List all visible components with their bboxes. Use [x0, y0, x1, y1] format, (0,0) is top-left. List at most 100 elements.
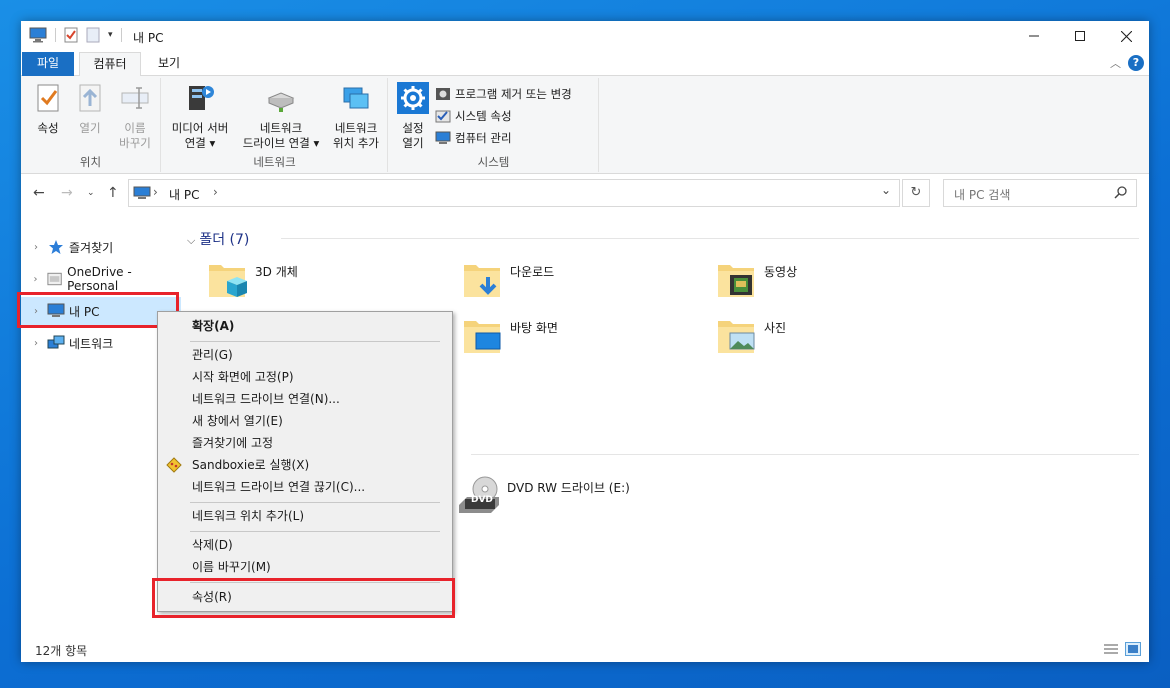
details-view-button[interactable] [1103, 642, 1119, 656]
large-icons-view-icon [1128, 645, 1138, 653]
refresh-button[interactable]: ↻ [902, 179, 930, 207]
breadcrumb-separator-icon[interactable]: › [153, 185, 158, 199]
breadcrumb[interactable]: 내 PC [169, 186, 199, 203]
search-icon [1114, 186, 1127, 199]
ribbon-group-system: 설정 열기 프로그램 제거 또는 변경 시스템 속성 컴퓨터 관리 시스템 [389, 78, 599, 172]
folders-section-header[interactable]: ⌵ 폴더 (7) [187, 229, 249, 249]
menu-item-pin-to-start[interactable]: 시작 화면에 고정(P) [158, 366, 452, 388]
group-label-network: 네트워크 [253, 155, 296, 169]
maximize-icon [1075, 31, 1085, 41]
address-dropdown-icon[interactable]: ⌄ [881, 183, 891, 197]
close-icon [1120, 30, 1132, 42]
folder-name: 사진 [764, 321, 787, 335]
collapse-ribbon-icon[interactable]: ︿ [1110, 55, 1121, 71]
group-label-location: 위치 [79, 155, 102, 169]
add-network-location-button[interactable]: 네트워크 위치 추가 [328, 82, 384, 151]
uninstall-label: 프로그램 제거 또는 변경 [455, 87, 572, 101]
minimize-icon [1029, 35, 1039, 37]
system-properties-button[interactable]: 시스템 속성 [435, 106, 512, 126]
folder-name: 다운로드 [510, 265, 555, 279]
menu-item-map-network-drive[interactable]: 네트워크 드라이브 연결(N)... [158, 388, 452, 410]
menu-item-rename[interactable]: 이름 바꾸기(M) [158, 556, 452, 578]
details-view-icon [1104, 644, 1118, 654]
settings-gear-icon [397, 82, 429, 114]
media-server-label-2: 연결 ▾ [184, 136, 216, 150]
menu-item-disconnect-network-drive[interactable]: 네트워크 드라이브 연결 끊기(C)... [158, 476, 452, 498]
menu-item-delete[interactable]: 삭제(D) [158, 534, 452, 556]
status-bar: 12개 항목 [21, 638, 1149, 662]
expand-chevron-icon[interactable]: › [25, 338, 47, 349]
menu-item-expand[interactable]: 확장(A) [158, 315, 452, 337]
divider [55, 28, 56, 42]
expand-chevron-icon[interactable]: › [25, 274, 46, 285]
breadcrumb-separator-icon[interactable]: › [213, 185, 218, 199]
nav-item-label: OneDrive - Personal [67, 265, 132, 293]
properties-button[interactable]: 속성 [29, 82, 67, 136]
open-button[interactable]: 열기 [71, 82, 109, 136]
media-server-icon [189, 86, 214, 110]
nav-item-label: 즐겨찾기 [69, 240, 114, 255]
back-arrow-icon[interactable]: ← [33, 185, 45, 201]
computer-management-button[interactable]: 컴퓨터 관리 [435, 128, 512, 148]
tab-file[interactable]: 파일 [22, 52, 74, 76]
search-box[interactable]: 내 PC 검색 [943, 179, 1137, 207]
expand-chevron-icon[interactable]: › [25, 242, 47, 253]
menu-item-manage[interactable]: 관리(G) [158, 344, 452, 366]
rename-button[interactable]: 이름 바꾸기 [113, 82, 157, 151]
customize-dropdown-icon[interactable]: ▾ [108, 30, 113, 40]
help-icon[interactable]: ? [1128, 55, 1144, 71]
folder-name: 동영상 [764, 265, 798, 279]
menu-item-add-network-location[interactable]: 네트워크 위치 추가(L) [158, 505, 452, 527]
forward-arrow-icon[interactable]: → [61, 185, 73, 201]
tab-computer[interactable]: 컴퓨터 [79, 52, 141, 77]
recent-locations-chevron-icon[interactable]: ⌄ [87, 188, 95, 198]
nav-item-quick-access[interactable]: › 즐겨찾기 [21, 233, 181, 261]
menu-item-open-new-window[interactable]: 새 창에서 열기(E) [158, 410, 452, 432]
folder-item[interactable]: 사진 [714, 315, 954, 363]
uninstall-program-button[interactable]: 프로그램 제거 또는 변경 [435, 84, 572, 104]
new-folder-icon[interactable] [86, 27, 100, 43]
network-drive-label-2: 드라이브 연결 ▾ [242, 136, 320, 150]
menu-item-pin-to-quick-access[interactable]: 즐겨찾기에 고정 [158, 432, 452, 454]
menu-item-run-sandboxed[interactable]: Sandboxie로 실행(X) [158, 454, 452, 476]
minimize-button[interactable] [1011, 21, 1057, 51]
highlight-box-properties [152, 578, 455, 618]
large-icons-view-button[interactable] [1125, 642, 1141, 656]
connect-media-server-button[interactable]: 미디어 서버 연결 ▾ [166, 82, 234, 151]
rename-label-1: 이름 [124, 121, 146, 135]
ribbon-group-network: 미디어 서버 연결 ▾ 네트워크 드라이브 연결 ▾ 네트워크 위치 추가 네트… [162, 78, 388, 172]
rename-label-2: 바꾸기 [119, 136, 151, 150]
title-bar: ▾ 내 PC [21, 21, 1149, 51]
drive-item[interactable]: DVD DVD RW 드라이브 (E:) [457, 475, 717, 523]
desktop-folder-icon [464, 321, 501, 353]
settings-label-2: 열기 [402, 136, 424, 150]
network-location-label-2: 위치 추가 [333, 136, 379, 150]
open-settings-button[interactable]: 설정 열기 [393, 82, 433, 151]
address-bar[interactable]: › 내 PC › ⌄ [128, 179, 900, 207]
map-network-drive-button[interactable]: 네트워크 드라이브 연결 ▾ [236, 82, 326, 151]
section-divider [281, 238, 1139, 239]
folder-item[interactable]: 바탕 화면 [460, 315, 700, 363]
search-input[interactable]: 내 PC 검색 [954, 186, 1010, 203]
maximize-button[interactable] [1057, 21, 1103, 51]
sandboxie-icon [166, 457, 182, 473]
divider [120, 28, 122, 42]
nav-item-onedrive[interactable]: › OneDrive - Personal [21, 265, 181, 293]
up-arrow-icon[interactable]: ↑ [107, 185, 119, 201]
close-button[interactable] [1103, 21, 1149, 51]
media-server-label-1: 미디어 서버 [171, 121, 229, 135]
section-divider [471, 454, 1139, 455]
collapse-chevron-icon[interactable]: ⌵ [187, 234, 195, 247]
system-properties-icon [435, 110, 451, 123]
folder-item[interactable]: 동영상 [714, 259, 954, 307]
folder-item[interactable]: 다운로드 [460, 259, 700, 307]
network-drive-label-1: 네트워크 [259, 121, 303, 135]
highlight-box-this-pc [17, 292, 179, 328]
dvd-badge: DVD [471, 495, 493, 505]
checkmark-properties-icon[interactable] [64, 27, 78, 43]
folder-item[interactable]: 3D 개체 [205, 259, 445, 307]
folder-name: 3D 개체 [255, 265, 298, 279]
menu-separator [190, 502, 440, 503]
network-icon [47, 335, 65, 349]
tab-view[interactable]: 보기 [147, 52, 191, 76]
